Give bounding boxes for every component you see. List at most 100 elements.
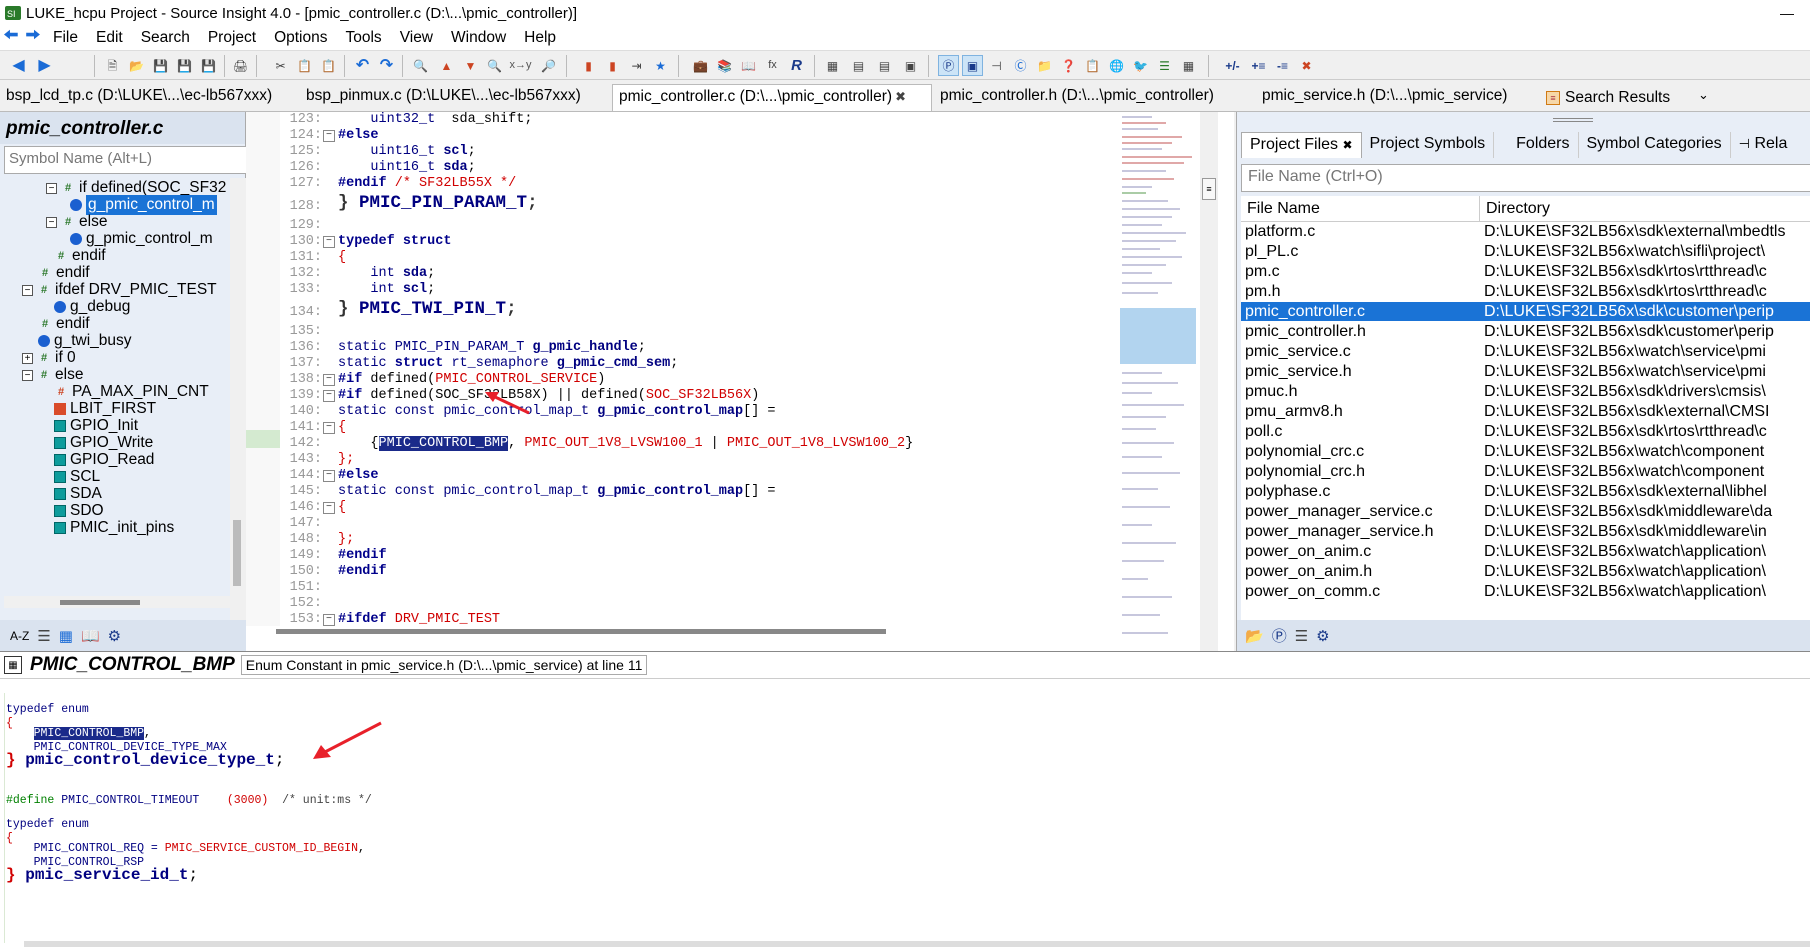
cut-icon[interactable]: ✂	[270, 55, 291, 76]
save-all-icon[interactable]: 💾	[174, 55, 195, 76]
delete-icon[interactable]: ✖	[1296, 55, 1317, 76]
file-row-selected[interactable]: pmic_controller.c D:\LUKE\SF32LB56x\sdk\c…	[1241, 302, 1810, 321]
book-icon[interactable]: 📖	[738, 55, 759, 76]
bookmark-star-icon[interactable]: ★	[650, 55, 671, 76]
search-files-icon[interactable]: 🔍	[484, 55, 505, 76]
tree-icon[interactable]: ⊣	[986, 55, 1007, 76]
code-area[interactable]: 123: uint32_t sda_shift; 124: − #else 125:…	[246, 112, 1116, 626]
file-row[interactable]: pm.c D:\LUKE\SF32LB56x\sdk\rtos\rtthread\…	[1241, 262, 1810, 281]
file-row[interactable]: polynomial_crc.h D:\LUKE\SF32LB56x\watch\…	[1241, 462, 1810, 481]
tab-pmic-controller-h[interactable]: pmic_controller.h (D:\...\pmic_controlle…	[934, 84, 1254, 111]
minimap-viewport[interactable]	[1120, 308, 1196, 364]
file-row[interactable]: power_manager_service.h D:\LUKE\SF32LB56x…	[1241, 522, 1810, 541]
folder-icon[interactable]: 📁	[1034, 55, 1055, 76]
menu-help[interactable]: Help	[515, 29, 565, 47]
back-arrow-icon[interactable]: 🠨	[0, 25, 22, 48]
fold-toggle-icon[interactable]: −	[323, 390, 335, 402]
function-icon[interactable]: fx	[762, 55, 783, 76]
file-row[interactable]: pl_PL.c D:\LUKE\SF32LB56x\watch\sifli\pro…	[1241, 242, 1810, 261]
file-row[interactable]: power_on_anim.h D:\LUKE\SF32LB56x\watch\a…	[1241, 562, 1810, 581]
add-line-icon[interactable]: +≡	[1248, 55, 1269, 76]
fold-toggle-icon[interactable]: −	[323, 236, 335, 248]
file-row[interactable]: pmic_service.h D:\LUKE\SF32LB56x\watch\se…	[1241, 362, 1810, 381]
graph-icon[interactable]: ☰	[1154, 55, 1175, 76]
list-view-icon[interactable]: ☰	[37, 626, 50, 646]
file-row[interactable]: pm.h D:\LUKE\SF32LB56x\sdk\rtos\rtthread\…	[1241, 282, 1810, 301]
fold-toggle-icon[interactable]: −	[323, 470, 335, 482]
scroll-thumb[interactable]	[233, 520, 241, 586]
browse-icon[interactable]: 📚	[714, 55, 735, 76]
undo-icon[interactable]: ↶	[352, 55, 373, 76]
menu-project[interactable]: Project	[199, 29, 265, 47]
editor-horizontal-scrollbar[interactable]	[246, 626, 1116, 636]
help-icon[interactable]: ❓	[1058, 55, 1079, 76]
fold-toggle-icon[interactable]: −	[323, 502, 335, 514]
collapse-icon[interactable]: −	[46, 216, 57, 228]
scroll-thumb[interactable]: ≡	[1202, 178, 1216, 200]
column-directory[interactable]: Directory	[1480, 196, 1810, 221]
code-editor[interactable]: 123: uint32_t sda_shift; 124: − #else 125:…	[246, 112, 1234, 654]
file-row[interactable]: pmic_controller.h D:\LUKE\SF32LB56x\sdk\c…	[1241, 322, 1810, 341]
tab-pmic-service-h[interactable]: pmic_service.h (D:\...\pmic_service)	[1256, 84, 1536, 111]
scroll-thumb[interactable]	[60, 600, 140, 605]
layout-2-icon[interactable]: ▤	[848, 55, 869, 76]
column-file-name[interactable]: File Name	[1241, 196, 1480, 221]
remove-line-icon[interactable]: -≡	[1272, 55, 1293, 76]
layout-1-icon[interactable]: ▦	[822, 55, 843, 76]
file-row[interactable]: power_manager_service.c D:\LUKE\SF32LB56x…	[1241, 502, 1810, 521]
symbol-search-input[interactable]: Symbol Name (Alt+L)	[4, 146, 248, 174]
new-file-icon[interactable]: 🗎	[102, 55, 123, 76]
file-name-search-input[interactable]: File Name (Ctrl+O)	[1241, 164, 1810, 192]
back-icon[interactable]: ◀	[8, 55, 29, 76]
sort-alpha-button[interactable]: A-Z	[10, 626, 29, 646]
collapse-icon[interactable]: −	[46, 182, 57, 194]
paste-icon[interactable]: 📋	[318, 55, 339, 76]
project-window-icon[interactable]: Ⓟ	[938, 55, 959, 76]
code-minimap[interactable]	[1116, 112, 1198, 654]
forward-arrow-icon[interactable]: 🠪	[22, 25, 44, 48]
file-row[interactable]: power_on_comm.c D:\LUKE\SF32LB56x\watch\a…	[1241, 582, 1810, 601]
settings-gear-icon[interactable]: ⚙	[108, 626, 121, 646]
redo-icon[interactable]: ↷	[376, 55, 397, 76]
highlighted-symbol[interactable]: PMIC_CONTROL_BMP	[378, 436, 509, 451]
relation-icon[interactable]: R	[786, 55, 807, 76]
menu-window[interactable]: Window	[442, 29, 515, 47]
category-icon[interactable]: ▦	[59, 626, 73, 646]
tab-relation[interactable]: ⊣ Rela	[1731, 132, 1796, 158]
layout-3-icon[interactable]: ▤	[874, 55, 895, 76]
tab-bsp-pinmux[interactable]: bsp_pinmux.c (D:\LUKE\...\ec-lb567xxx)	[300, 84, 600, 111]
bird-icon[interactable]: 🐦	[1130, 55, 1151, 76]
table-icon[interactable]: ▦	[1178, 55, 1199, 76]
jump-icon[interactable]: ⇥	[626, 55, 647, 76]
project-icon[interactable]: Ⓟ	[1272, 625, 1287, 646]
collapse-icon[interactable]: −	[22, 369, 33, 381]
tab-pmic-controller-c[interactable]: pmic_controller.c (D:\...\pmic_controlle…	[612, 84, 932, 111]
project-icon[interactable]: 💼	[690, 55, 711, 76]
panel-grip[interactable]	[1553, 118, 1593, 122]
tab-list-dropdown[interactable]: ⌄	[1692, 84, 1722, 111]
file-row[interactable]: pmic_service.c D:\LUKE\SF32LB56x\watch\se…	[1241, 342, 1810, 361]
search-icon[interactable]: 🔍	[410, 55, 431, 76]
menu-file[interactable]: File	[44, 29, 87, 47]
tab-search-results[interactable]: ≡ Search Results	[1540, 84, 1690, 111]
script-icon[interactable]: Ⓒ	[1010, 55, 1031, 76]
file-row[interactable]: polynomial_crc.c D:\LUKE\SF32LB56x\watch\…	[1241, 442, 1810, 461]
network-icon[interactable]: 🌐	[1106, 55, 1127, 76]
save-copy-icon[interactable]: 💾	[198, 55, 219, 76]
clipboard-icon[interactable]: 📋	[1082, 55, 1103, 76]
close-tab-icon[interactable]: ✖	[1342, 138, 1352, 152]
symbol-horizontal-scrollbar[interactable]	[4, 596, 230, 608]
copy-icon[interactable]: 📋	[294, 55, 315, 76]
forward-icon[interactable]: ▶	[34, 55, 55, 76]
tree-node[interactable]: PMIC_init_pins	[54, 518, 174, 538]
file-row[interactable]: pmuc.h D:\LUKE\SF32LB56x\sdk\drivers\cmsi…	[1241, 382, 1810, 401]
scroll-thumb[interactable]	[276, 629, 886, 634]
layout-4-icon[interactable]: ▣	[900, 55, 921, 76]
save-icon[interactable]: 💾	[150, 55, 171, 76]
symbol-window-icon[interactable]: ▣	[962, 55, 983, 76]
fold-toggle-icon[interactable]: −	[323, 422, 335, 434]
editor-vertical-scrollbar[interactable]: ≡	[1200, 112, 1218, 654]
file-row[interactable]: pmu_armv8.h D:\LUKE\SF32LB56x\sdk\externa…	[1241, 402, 1810, 421]
list-view-icon[interactable]: ☰	[1295, 627, 1308, 645]
search-forward-icon[interactable]: ▼	[460, 55, 481, 76]
